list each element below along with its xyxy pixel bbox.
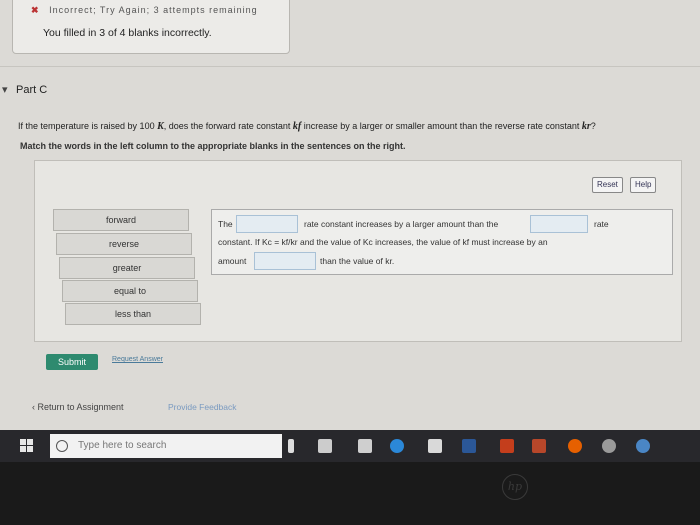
sentence-text-1a: The [218,219,233,229]
microphone-icon[interactable] [288,439,294,453]
part-title: Part C [16,84,48,96]
drag-drop-panel: Reset Help forward reverse greater equal… [34,160,682,342]
access-icon[interactable] [532,439,546,453]
question-text: If the temperature is raised by 100 K, d… [18,121,596,132]
taskbar-search-placeholder: Type here to search [78,440,167,451]
taskbar-search[interactable]: Type here to search [50,434,282,458]
submit-button[interactable]: Submit [46,354,98,370]
sentence-text-1b: rate constant increases by a larger amou… [304,219,499,229]
feedback-attempts: Incorrect; Try Again; 3 attempts remaini… [49,5,258,15]
cortana-icon [56,440,68,452]
app-icon[interactable] [602,439,616,453]
word-tile-greater[interactable]: greater [59,257,195,279]
task-view-icon[interactable] [318,439,332,453]
section-divider [0,66,700,67]
powerpoint-icon[interactable] [500,439,514,453]
windows-start-icon[interactable] [20,439,34,453]
firefox-icon[interactable] [568,439,582,453]
word-tile-forward[interactable]: forward [53,209,189,231]
word-tile-reverse[interactable]: reverse [56,233,192,255]
feedback-message: You filled in 3 of 4 blanks incorrectly. [43,27,212,39]
return-to-assignment-link[interactable]: ‹ Return to Assignment [32,402,124,412]
blank-3[interactable] [254,252,316,270]
help-button[interactable]: Help [630,177,657,193]
instruction-text: Match the words in the left column to th… [20,141,406,151]
edge-browser-icon[interactable] [390,439,404,453]
word-tile-less-than[interactable]: less than [65,303,201,325]
request-answer-link[interactable]: Request Answer [112,356,163,363]
feedback-box: ✖ Incorrect; Try Again; 3 attempts remai… [12,0,290,54]
hp-logo-icon: hp [502,474,528,500]
sentence-text-2: constant. If Kc = kf/kr and the value of… [218,237,548,247]
word-tile-equal-to[interactable]: equal to [62,280,198,302]
browser-screen: ✖ Incorrect; Try Again; 3 attempts remai… [0,0,700,462]
blank-2[interactable] [530,215,588,233]
chrome-icon[interactable] [636,439,650,453]
sentence-text-3a: amount [218,256,247,266]
word-icon[interactable] [462,439,476,453]
sentence-text-3b: than the value of kr. [320,256,395,266]
provide-feedback-link[interactable]: Provide Feedback [168,402,237,412]
sentence-area: The rate constant increases by a larger … [211,209,673,275]
blank-1[interactable] [236,215,298,233]
windows-taskbar: Type here to search [0,430,700,462]
store-icon[interactable] [428,439,442,453]
reset-button[interactable]: Reset [592,177,623,193]
file-explorer-icon[interactable] [358,439,372,453]
collapse-bullet-icon[interactable]: ▾ [2,83,8,96]
sentence-text-1c: rate [594,219,609,229]
incorrect-x-icon: ✖ [31,5,40,15]
